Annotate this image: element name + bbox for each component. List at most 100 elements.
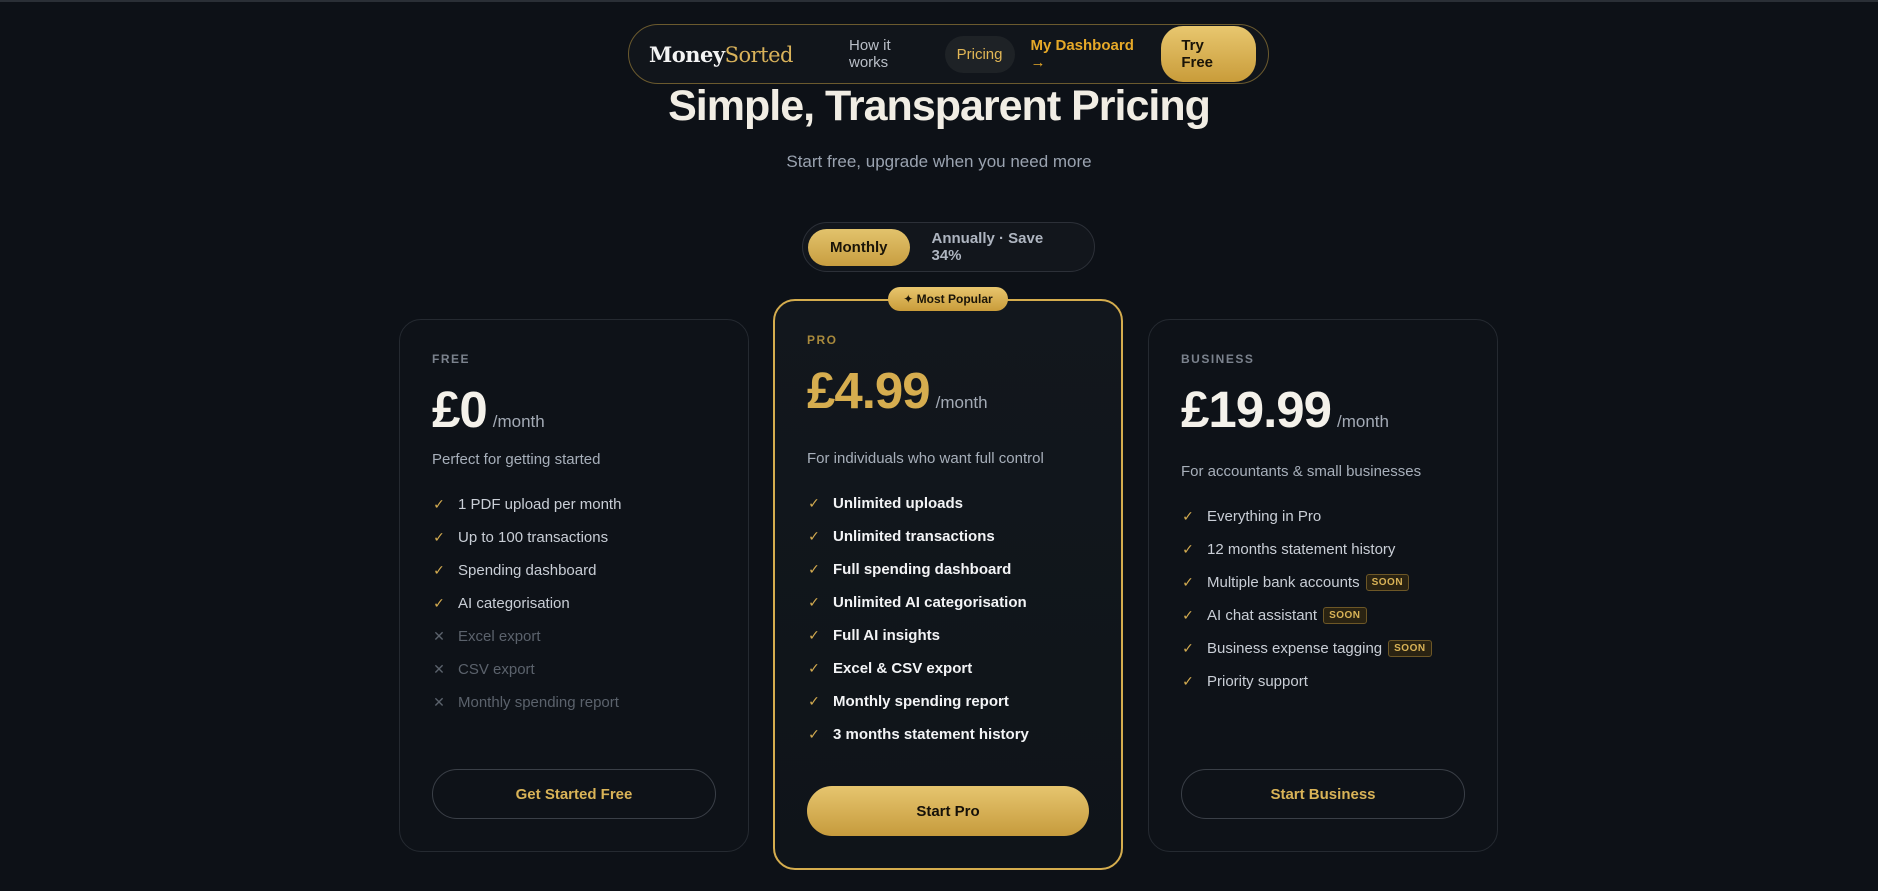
plan-price: £19.99 <box>1181 381 1332 438</box>
page-title: Simple, Transparent Pricing <box>668 82 1211 130</box>
get-started-free-button[interactable]: Get Started Free <box>432 769 716 819</box>
feature-label: AI chat assistant <box>1207 607 1318 624</box>
plan-description: For individuals who want full control <box>807 450 1044 467</box>
feature-label: Excel export <box>458 628 541 645</box>
logo-bold: Money <box>649 41 725 67</box>
cross-icon: ✕ <box>433 628 445 644</box>
feature-item: ✕ Excel export <box>432 620 716 653</box>
check-icon: ✓ <box>808 528 820 544</box>
nav-link-pricing[interactable]: Pricing <box>944 35 1015 73</box>
start-pro-button[interactable]: Start Pro <box>807 786 1089 836</box>
plan-period: /month <box>492 412 545 431</box>
feature-label: Unlimited uploads <box>833 495 964 512</box>
plan-price: £0 <box>432 381 488 438</box>
feature-list: ✓ Unlimited uploads ✓ Unlimited transaction… <box>807 487 1089 751</box>
check-icon: ✓ <box>808 495 820 511</box>
logo[interactable]: MoneySorted <box>649 42 793 67</box>
nav-link-dashboard[interactable]: My Dashboard → <box>1019 27 1158 81</box>
feature-label: Monthly spending report <box>458 694 619 711</box>
feature-label: Multiple bank accounts <box>1207 574 1360 591</box>
check-icon: ✓ <box>1182 541 1194 557</box>
check-icon: ✓ <box>433 595 445 611</box>
logo-light: Sorted <box>724 42 794 67</box>
feature-label: 12 months statement history <box>1207 541 1396 558</box>
plan-tier: PRO <box>807 333 838 347</box>
soon-badge: SOON <box>1388 640 1432 657</box>
toggle-monthly[interactable]: Monthly <box>808 228 910 266</box>
feature-item: ✓ Unlimited AI categorisation <box>807 586 1089 619</box>
plan-description: Perfect for getting started <box>432 451 601 468</box>
feature-label: Everything in Pro <box>1207 508 1322 525</box>
plan-card-business: BUSINESS £19.99 /month For accountants &… <box>1148 319 1498 852</box>
check-icon: ✓ <box>433 529 445 545</box>
feature-item: ✓ Up to 100 transactions <box>432 521 716 554</box>
feature-label: Up to 100 transactions <box>458 529 609 546</box>
check-icon: ✓ <box>433 562 445 578</box>
feature-label: Business expense tagging <box>1207 640 1383 657</box>
plan-tier: FREE <box>432 352 471 366</box>
feature-label: Unlimited AI categorisation <box>833 594 1027 611</box>
check-icon: ✓ <box>433 496 445 512</box>
feature-label: Excel & CSV export <box>833 660 973 677</box>
feature-label: 3 months statement history <box>833 726 1029 743</box>
page-subtitle: Start free, upgrade when you need more <box>786 152 1092 171</box>
check-icon: ✓ <box>1182 607 1194 623</box>
feature-item: ✕ CSV export <box>432 653 716 686</box>
feature-label: CSV export <box>458 661 535 678</box>
feature-label: Spending dashboard <box>458 562 597 579</box>
feature-item: ✓ Monthly spending report <box>807 685 1089 718</box>
toggle-annually[interactable]: Annually · Save 34% <box>910 220 1090 274</box>
plan-description: For accountants & small businesses <box>1181 463 1422 480</box>
check-icon: ✓ <box>1182 640 1194 656</box>
check-icon: ✓ <box>808 627 820 643</box>
billing-toggle: Monthly Annually · Save 34% <box>802 222 1095 272</box>
cross-icon: ✕ <box>433 661 445 677</box>
feature-label: Priority support <box>1207 673 1308 690</box>
plan-card-free: FREE £0 /month Perfect for getting start… <box>399 319 749 852</box>
check-icon: ✓ <box>1182 508 1194 524</box>
plan-period: /month <box>1337 412 1389 431</box>
feature-item: ✓ Spending dashboard <box>432 554 716 587</box>
check-icon: ✓ <box>808 561 820 577</box>
check-icon: ✓ <box>1182 574 1194 590</box>
feature-item: ✓ Everything in Pro <box>1181 500 1465 533</box>
feature-item: ✓ 1 PDF upload per month <box>432 488 716 521</box>
feature-item: ✕ Monthly spending report <box>432 686 716 719</box>
nav-link-how-it-works[interactable]: How it works <box>837 27 941 81</box>
try-free-button[interactable]: Try Free <box>1161 26 1256 82</box>
feature-item: ✓ Unlimited transactions <box>807 520 1089 553</box>
feature-item: ✓ Unlimited uploads <box>807 487 1089 520</box>
feature-item: ✓ AI chat assistant SOON <box>1181 599 1465 632</box>
feature-label: Full spending dashboard <box>833 561 1012 578</box>
feature-item: ✓ AI categorisation <box>432 587 716 620</box>
feature-item: ✓ Excel & CSV export <box>807 652 1089 685</box>
feature-list: ✓ Everything in Pro ✓ 12 months statement h… <box>1181 500 1465 698</box>
plan-tier: BUSINESS <box>1181 352 1255 366</box>
top-nav: MoneySorted How it works Pricing My Dash… <box>628 24 1269 84</box>
check-icon: ✓ <box>808 693 820 709</box>
feature-item: ✓ Priority support <box>1181 665 1465 698</box>
feature-label: 1 PDF upload per month <box>458 496 622 513</box>
plan-price: £4.99 <box>807 362 931 419</box>
feature-item: ✓ Business expense tagging SOON <box>1181 632 1465 665</box>
plan-period: /month <box>935 393 988 412</box>
check-icon: ✓ <box>1182 673 1194 689</box>
feature-item: ✓ Multiple bank accounts SOON <box>1181 566 1465 599</box>
feature-label: Unlimited transactions <box>833 528 995 545</box>
feature-list: ✓ 1 PDF upload per month ✓ Up to 100 transa… <box>432 488 716 719</box>
cross-icon: ✕ <box>433 694 445 710</box>
feature-label: AI categorisation <box>458 595 570 612</box>
check-icon: ✓ <box>808 660 820 676</box>
check-icon: ✓ <box>808 594 820 610</box>
feature-item: ✓ Full spending dashboard <box>807 553 1089 586</box>
start-business-button[interactable]: Start Business <box>1181 769 1465 819</box>
soon-badge: SOON <box>1323 607 1367 624</box>
feature-item: ✓ 3 months statement history <box>807 718 1089 751</box>
feature-item: ✓ 12 months statement history <box>1181 533 1465 566</box>
most-popular-badge: ✦ Most Popular <box>888 287 1008 311</box>
feature-item: ✓ Full AI insights <box>807 619 1089 652</box>
plan-card-pro: PRO £4.99 /month For individuals who wan… <box>773 299 1123 870</box>
soon-badge: SOON <box>1365 574 1410 591</box>
feature-label: Full AI insights <box>833 627 940 644</box>
feature-label: Monthly spending report <box>833 693 1009 710</box>
